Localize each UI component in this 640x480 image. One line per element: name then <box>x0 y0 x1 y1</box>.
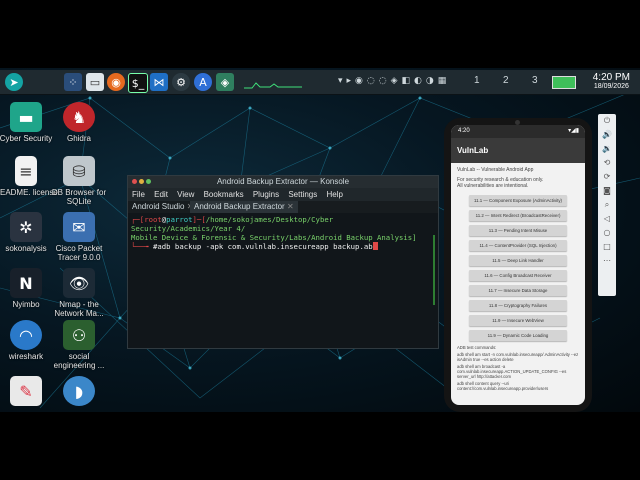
power-icon[interactable]: ⏻ <box>598 114 616 128</box>
terminal-cursor <box>372 242 378 250</box>
adb-command-3: adb shell content query --uri content://… <box>457 380 549 391</box>
lab-button-cryptography[interactable]: 11.8 — Cryptography Failures <box>469 299 567 311</box>
volume-down-icon[interactable]: 🔉 <box>598 142 616 156</box>
network-apps-icon[interactable]: ⁘ <box>64 73 82 91</box>
desktop-icon-cisco[interactable]: ✉ Cisco Packet Tracer 9.0.0 <box>47 212 111 262</box>
app-title: VulnLab <box>457 146 489 155</box>
tab-android-studio[interactable]: Android Studio ✕ <box>128 201 197 213</box>
emulator-toolbar: ⏻ 🔊 🔉 ⟲ ⟳ ◙ ⌕ ◁ ○ □ ⋯ <box>598 114 616 296</box>
firefox-icon[interactable]: ◉ <box>107 73 125 91</box>
volume-up-icon[interactable]: 🔊 <box>598 128 616 142</box>
clock-time: 4:20 PM <box>592 72 630 83</box>
sokonalysis-icon: ✲ <box>10 212 42 242</box>
konsole-titlebar[interactable]: Android Backup Extractor — Konsole <box>128 176 438 188</box>
tab-android-backup-extractor[interactable]: Android Backup Extractor ✕ <box>190 201 298 213</box>
menu-settings[interactable]: Settings <box>288 190 317 199</box>
dolphin-icon: ◗ <box>63 376 95 406</box>
command-line: └──╼ #adb backup -apk com.vulnlab.insecu… <box>131 242 435 251</box>
overview-icon[interactable]: □ <box>598 240 616 254</box>
vscode-icon[interactable]: ⋈ <box>150 73 168 91</box>
menu-edit[interactable]: Edit <box>154 190 168 199</box>
lab-button-pending-intent[interactable]: 11.3 — Pending Intent Misuse <box>469 224 567 236</box>
signal-battery-icons: ▾◢▮ <box>568 128 579 134</box>
menu-file[interactable]: File <box>132 190 145 199</box>
desktop-icon-app-2[interactable]: ◗ <box>47 376 111 408</box>
app-note-2: All vulnerabilities are intentional. <box>457 183 529 189</box>
home-icon[interactable]: ○ <box>598 226 616 240</box>
database-icon: ⛁ <box>63 156 95 186</box>
battery-icon[interactable] <box>552 76 576 89</box>
phone-screen[interactable]: 4:20 ▾◢▮ VulnLab VulnLab -- Vulnerable A… <box>451 125 585 405</box>
app-icon: ✎ <box>10 376 42 406</box>
more-icon[interactable]: ⋯ <box>598 254 616 268</box>
path-line: Mobile Device & Forensic & Security/Labs… <box>131 233 417 242</box>
konsole-menubar: File Edit View Bookmarks Plugins Setting… <box>128 188 438 201</box>
wireshark-icon: ◠ <box>10 320 42 350</box>
menu-plugins[interactable]: Plugins <box>253 190 279 199</box>
lab-button-component-exposure[interactable]: 11.1 — Component Exposure (AdminActivity… <box>469 194 567 206</box>
close-button[interactable] <box>132 179 137 184</box>
prompt-line: ┌─[root@parrot]─[/home/sokojames/Desktop… <box>131 215 334 233</box>
lab-button-intent-redirect[interactable]: 11.2 — Intent Redirect (BroadcastReceive… <box>469 209 567 221</box>
desktop-icon-social-engineering[interactable]: ⚇ social engineering ... <box>47 320 111 370</box>
close-tab-icon[interactable]: ✕ <box>287 202 294 211</box>
social-engineering-icon: ⚇ <box>63 320 95 350</box>
lab-button-content-provider[interactable]: 11.4 — ContentProvider (SQL Injection) <box>469 239 567 251</box>
menu-help[interactable]: Help <box>326 190 342 199</box>
lab-button-deep-link[interactable]: 11.5 — Deep Link Handler <box>469 254 567 266</box>
adb-command-1: adb shell am start -n com.vulnlab.insecu… <box>457 351 579 362</box>
window-title: Android Backup Extractor — Konsole <box>216 177 350 186</box>
app-bar: VulnLab <box>451 138 585 163</box>
clock[interactable]: 4:20 PM 18/09/2026 <box>593 72 630 91</box>
lab-button-data-storage[interactable]: 11.7 — Insecure Data Storage <box>469 284 567 296</box>
maximize-button[interactable] <box>146 179 151 184</box>
desktop-3[interactable]: 3 <box>532 75 538 86</box>
lab-button-webview[interactable]: 11.9 — Insecure WebView <box>469 314 567 326</box>
system-settings-icon[interactable]: ⚙ <box>172 73 190 91</box>
system-monitor-graph[interactable] <box>244 75 302 89</box>
desktop-2[interactable]: 2 <box>503 75 509 86</box>
menu-bookmarks[interactable]: Bookmarks <box>204 190 244 199</box>
desktop-icon-db-browser[interactable]: ⛁ DB Browser for SQLite <box>47 156 111 206</box>
packet-tracer-icon: ✉ <box>63 212 95 242</box>
lab-button-code-loading[interactable]: 11.9 — Dynamic Code Loading <box>469 329 567 341</box>
app-store-icon[interactable]: A <box>194 73 212 91</box>
desktop-icon-ghidra[interactable]: ♞ Ghidra <box>47 102 111 143</box>
minimize-button[interactable] <box>139 179 144 184</box>
back-icon[interactable]: ◁ <box>598 212 616 226</box>
menu-view[interactable]: View <box>177 190 194 199</box>
ghidra-icon: ♞ <box>63 102 95 132</box>
android-studio-icon[interactable]: ◈ <box>216 73 234 91</box>
file-manager-icon[interactable]: ▭ <box>86 73 104 91</box>
terminal-output[interactable]: ┌─[root@parrot]─[/home/sokojames/Desktop… <box>128 213 438 348</box>
tray-icons: ▾▸◉◌◌◈◧◐◑▦ <box>338 76 451 86</box>
desktop-1[interactable]: 1 <box>474 75 480 86</box>
adb-command-2: adb shell am broadcast -a com.vulnlab.in… <box>457 363 567 379</box>
zoom-icon[interactable]: ⌕ <box>598 198 616 212</box>
taskbar: ➤ ⁘ ▭ ◉ $_ ⋈ ⚙ A ◈ ▾▸◉◌◌◈◧◐◑▦ 1 2 3 4:20… <box>0 70 640 95</box>
phone-status-bar: 4:20 ▾◢▮ <box>451 125 585 138</box>
desktop-icon-nmap[interactable]: 👁 Nmap - the Network Ma... <box>47 268 111 318</box>
terminal-icon[interactable]: $_ <box>128 73 148 93</box>
parrot-menu-icon[interactable]: ➤ <box>5 73 23 91</box>
folder-icon: ▬ <box>10 102 42 132</box>
adb-commands-heading: ADB test commands: <box>457 344 497 350</box>
konsole-tabs: Android Studio ✕ Android Backup Extracto… <box>128 201 438 213</box>
rotate-right-icon[interactable]: ⟳ <box>598 170 616 184</box>
rotate-left-icon[interactable]: ⟲ <box>598 156 616 170</box>
clock-date: 18/09/2026 <box>593 83 629 90</box>
konsole-window[interactable]: Android Backup Extractor — Konsole File … <box>127 175 439 349</box>
document-icon: ≡ <box>15 156 37 186</box>
lab-button-config-receiver[interactable]: 11.6 — Config Broadcast Receiver <box>469 269 567 281</box>
android-emulator[interactable]: 4:20 ▾◢▮ VulnLab VulnLab -- Vulnerable A… <box>444 118 592 412</box>
screenshot-icon[interactable]: ◙ <box>598 184 616 198</box>
app-subtitle: VulnLab -- Vulnerable Android App <box>457 167 534 173</box>
terminal-scrollbar[interactable] <box>433 235 435 305</box>
nmap-icon: 👁 <box>63 268 95 298</box>
nyimbo-icon: N <box>10 268 42 298</box>
